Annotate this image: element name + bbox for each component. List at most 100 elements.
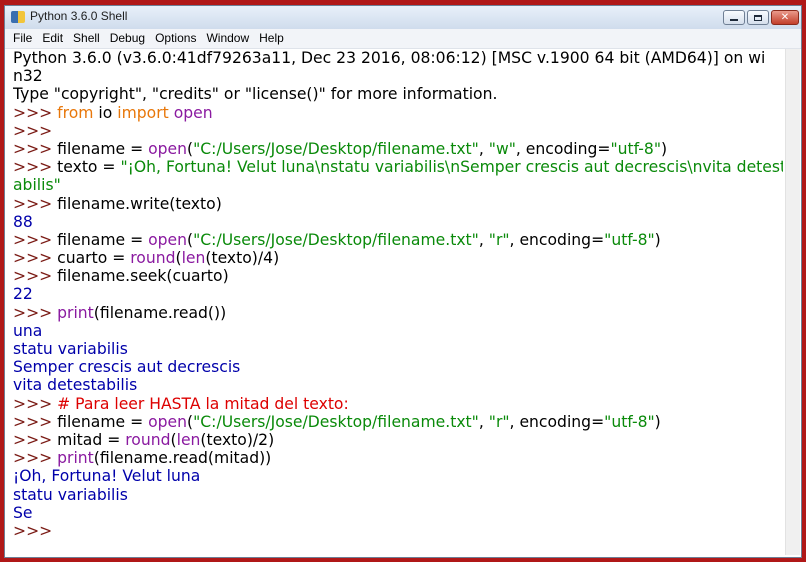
code-text: , encoding= (509, 412, 605, 431)
builtin-token: open (173, 103, 213, 122)
shell-text-area[interactable]: Python 3.6.0 (v3.6.0:41df79263a11, Dec 2… (13, 49, 783, 555)
output-text: Semper crescis aut decrescis (13, 358, 241, 377)
output-text: 22 (13, 285, 33, 304)
builtin-token: open (148, 230, 188, 249)
shell-line: >>> from io import open (13, 104, 783, 122)
shell-line: abilis" (13, 176, 783, 194)
minimize-button[interactable] (723, 10, 745, 25)
code-text: filename = (57, 412, 149, 431)
window-title: Python 3.6.0 Shell (30, 9, 128, 23)
shell-prompt: >>> (13, 430, 58, 449)
code-text: (filename.read(mitad)) (93, 449, 272, 468)
string-token: "C:/Users/Jose/Desktop/filename.txt" (193, 139, 479, 158)
builtin-token: len (181, 249, 206, 268)
menu-shell[interactable]: Shell (68, 29, 105, 48)
shell-line: >>> filename.write(texto) (13, 195, 783, 213)
comment-token: # Para leer HASTA la mitad del texto: (57, 394, 349, 413)
shell-prompt: >>> (13, 103, 58, 122)
shell-prompt: >>> (13, 449, 58, 468)
builtin-token: print (57, 449, 94, 468)
keyword-token: import (117, 103, 169, 122)
code-text: (texto)/4) (205, 249, 280, 268)
menu-edit[interactable]: Edit (37, 29, 68, 48)
string-token: abilis" (13, 176, 61, 195)
output-text: Se (13, 503, 33, 522)
shell-line: >>> filename = open("C:/Users/Jose/Deskt… (13, 231, 783, 249)
banner-text: Type "copyright", "credits" or "license(… (13, 85, 498, 104)
shell-line: >>> filename = open("C:/Users/Jose/Deskt… (13, 140, 783, 158)
shell-line: >>> # Para leer HASTA la mitad del texto… (13, 395, 783, 413)
vertical-scrollbar[interactable] (785, 49, 800, 555)
shell-line: >>> print(filename.read(mitad)) (13, 449, 783, 467)
code-text: filename.seek(cuarto) (57, 267, 229, 286)
maximize-button[interactable] (747, 10, 769, 25)
shell-line: 88 (13, 213, 783, 231)
shell-line: vita detestabilis (13, 376, 783, 394)
menu-options[interactable]: Options (150, 29, 201, 48)
code-text: , (478, 412, 489, 431)
builtin-token: round (130, 249, 176, 268)
shell-prompt: >>> (13, 158, 58, 177)
shell-prompt: >>> (13, 394, 58, 413)
output-text: statu variabilis (13, 340, 128, 358)
shell-prompt: >>> (13, 521, 58, 540)
code-text: filename = (57, 230, 149, 249)
menu-window[interactable]: Window (201, 29, 254, 48)
shell-prompt: >>> (13, 249, 58, 268)
code-text: ) (654, 412, 661, 431)
shell-line: >>> filename = open("C:/Users/Jose/Deskt… (13, 413, 783, 431)
shell-line: >>> texto = "¡Oh, Fortuna! Velut luna\ns… (13, 158, 783, 176)
shell-line: >>> (13, 122, 783, 140)
menu-bar: File Edit Shell Debug Options Window Hel… (5, 29, 801, 49)
shell-prompt: >>> (13, 194, 58, 213)
builtin-token: open (148, 139, 188, 158)
output-text: 88 (13, 212, 33, 231)
builtin-token: print (57, 303, 94, 322)
shell-line: >>> mitad = round(len(texto)/2) (13, 431, 783, 449)
banner-text: Python 3.6.0 (v3.6.0:41df79263a11, Dec 2… (13, 49, 766, 67)
shell-line: una (13, 322, 783, 340)
string-token: "utf-8" (604, 230, 655, 249)
code-text: , (478, 139, 489, 158)
output-text: ¡Oh, Fortuna! Velut luna (13, 467, 201, 486)
menu-help[interactable]: Help (254, 29, 289, 48)
builtin-token: open (148, 412, 188, 431)
code-text: cuarto = (57, 249, 131, 268)
python-shell-window: Python 3.6.0 Shell ✕ File Edit Shell Deb… (4, 5, 802, 558)
code-text: ) (661, 139, 668, 158)
shell-line: Python 3.6.0 (v3.6.0:41df79263a11, Dec 2… (13, 49, 783, 67)
shell-line: statu variabilis (13, 340, 783, 358)
shell-prompt: >>> (13, 121, 58, 140)
shell-prompt: >>> (13, 412, 58, 431)
string-token: "r" (488, 230, 510, 249)
shell-line: statu variabilis (13, 486, 783, 504)
code-text: (texto)/2) (200, 430, 275, 449)
string-token: "C:/Users/Jose/Desktop/filename.txt" (193, 230, 479, 249)
shell-prompt: >>> (13, 230, 58, 249)
shell-prompt: >>> (13, 303, 58, 322)
shell-prompt: >>> (13, 139, 58, 158)
string-token: "C:/Users/Jose/Desktop/filename.txt" (193, 412, 479, 431)
shell-line: >>> cuarto = round(len(texto)/4) (13, 249, 783, 267)
code-text: filename.write(texto) (57, 194, 222, 213)
close-icon: ✕ (780, 11, 790, 23)
shell-line: Semper crescis aut decrescis (13, 358, 783, 376)
close-button[interactable]: ✕ (771, 10, 799, 25)
menu-debug[interactable]: Debug (105, 29, 150, 48)
shell-line: >>> filename.seek(cuarto) (13, 267, 783, 285)
code-text: io (93, 103, 118, 122)
output-text: statu variabilis (13, 485, 128, 504)
shell-line: n32 (13, 67, 783, 85)
title-bar[interactable]: Python 3.6.0 Shell ✕ (5, 6, 801, 29)
shell-line: Se (13, 504, 783, 522)
menu-file[interactable]: File (5, 29, 37, 48)
string-token: "w" (488, 139, 516, 158)
minimize-icon (730, 19, 738, 21)
code-text: mitad = (57, 430, 126, 449)
code-text: filename = (57, 139, 149, 158)
shell-line: >>> (13, 522, 783, 540)
code-text: ) (654, 230, 661, 249)
keyword-token: from (57, 103, 94, 122)
code-text: , encoding= (515, 139, 611, 158)
output-text: una (13, 321, 43, 340)
